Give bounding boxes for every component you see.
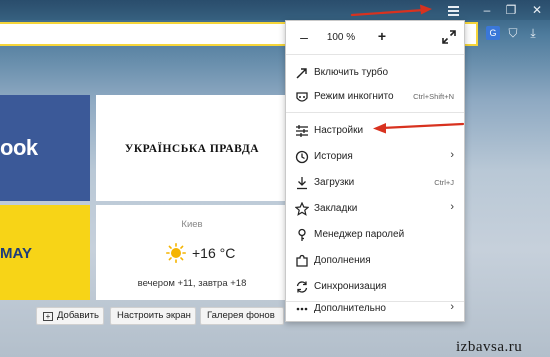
browser-title-bar: – ❐ ✕ xyxy=(0,0,550,20)
chevron-right-icon: › xyxy=(450,201,454,213)
tile-pravda-logo: УКРАЇНСЬКА ПРАВДА xyxy=(124,143,260,155)
watermark: izbavsa.ru xyxy=(456,339,523,355)
star-icon xyxy=(294,201,310,216)
clock-icon xyxy=(295,150,309,164)
menu-item-label: История xyxy=(314,151,353,162)
menu-item-label: Настройки xyxy=(314,125,364,136)
menu-item-label: Включить турбо xyxy=(314,67,389,78)
download-icon[interactable]: ⤓ xyxy=(526,26,540,40)
tile-facebook[interactable]: ook xyxy=(0,95,90,201)
restore-button[interactable]: ❐ xyxy=(498,0,524,20)
chevron-right-icon: › xyxy=(450,301,454,313)
menu-divider xyxy=(286,112,464,113)
menu-item-label: Дополнения xyxy=(314,255,371,266)
add-tile-button[interactable]: + Добавить xyxy=(36,307,104,325)
menu-item-more[interactable]: Дополнительно › xyxy=(286,297,464,321)
rocket-icon xyxy=(295,66,309,80)
menu-item-shortcut: Ctrl+Shift+N xyxy=(413,92,454,101)
zoom-in-button[interactable]: + xyxy=(374,28,390,44)
menu-item-label: Загрузки xyxy=(314,177,355,188)
settings-sliders-icon xyxy=(295,124,309,138)
tile-yellow[interactable]: MAY xyxy=(0,205,90,300)
weather-city: Киев xyxy=(181,219,203,230)
fullscreen-icon[interactable] xyxy=(442,30,456,44)
zoom-level: 100 % xyxy=(326,32,356,43)
weather-forecast: вечером +11, завтра +18 xyxy=(137,278,247,289)
sun-icon xyxy=(166,243,186,263)
customize-screen-button[interactable]: Настроить экран xyxy=(110,307,196,325)
browser-main-menu: – 100 % + Включить турбо Режим инкогнито… xyxy=(285,20,465,322)
zoom-row: – 100 % + xyxy=(286,21,464,55)
menu-item-turbo[interactable]: Включить турбо xyxy=(286,61,464,85)
menu-item-sync[interactable]: Синхронизация xyxy=(286,275,464,299)
menu-item-bookmarks[interactable]: Закладки › xyxy=(286,197,464,221)
menu-item-extensions[interactable]: Дополнения xyxy=(286,249,464,273)
tile-weather[interactable]: Киев +16 °C вечером +11, завтра +18 xyxy=(96,205,288,300)
menu-item-history[interactable]: История › xyxy=(286,145,464,169)
plus-icon: + xyxy=(43,312,53,321)
extension-icons: G ⛉ ⤓ xyxy=(486,26,540,44)
zoom-out-button[interactable]: – xyxy=(296,29,312,45)
menu-item-label: Закладки xyxy=(314,203,358,214)
weather-temperature: +16 °C xyxy=(192,245,236,261)
tile-ukrainska-pravda[interactable]: УКРАЇНСЬКА ПРАВДА xyxy=(96,95,288,201)
key-icon xyxy=(295,228,309,242)
menu-item-password-manager[interactable]: Менеджер паролей xyxy=(286,223,464,247)
menu-item-shortcut: Ctrl+J xyxy=(434,178,454,187)
translate-icon[interactable]: G xyxy=(486,26,500,40)
minimize-button[interactable]: – xyxy=(474,0,500,20)
tile-yellow-logo: MAY xyxy=(0,245,32,262)
menu-item-label: Синхронизация xyxy=(314,281,387,292)
incognito-icon xyxy=(295,90,309,104)
background-gallery-button[interactable]: Галерея фонов xyxy=(200,307,284,325)
more-dots-icon xyxy=(295,302,309,316)
menu-item-label: Дополнительно xyxy=(314,303,386,314)
sync-icon xyxy=(295,280,309,294)
download-arrow-icon xyxy=(295,176,309,190)
browser-menu-button[interactable] xyxy=(440,0,466,20)
add-tile-label: Добавить xyxy=(57,310,99,321)
menu-item-downloads[interactable]: Загрузки Ctrl+J xyxy=(286,171,464,195)
menu-item-label: Режим инкогнито xyxy=(314,91,394,102)
puzzle-icon xyxy=(295,254,309,268)
hamburger-icon xyxy=(440,0,466,16)
close-window-button[interactable]: ✕ xyxy=(524,0,550,20)
tile-facebook-logo: ook xyxy=(0,135,38,160)
chevron-right-icon: › xyxy=(450,149,454,161)
shield-icon[interactable]: ⛉ xyxy=(506,26,520,40)
menu-item-settings[interactable]: Настройки xyxy=(286,119,464,143)
menu-item-incognito[interactable]: Режим инкогнито Ctrl+Shift+N xyxy=(286,85,464,109)
menu-item-label: Менеджер паролей xyxy=(314,229,405,240)
